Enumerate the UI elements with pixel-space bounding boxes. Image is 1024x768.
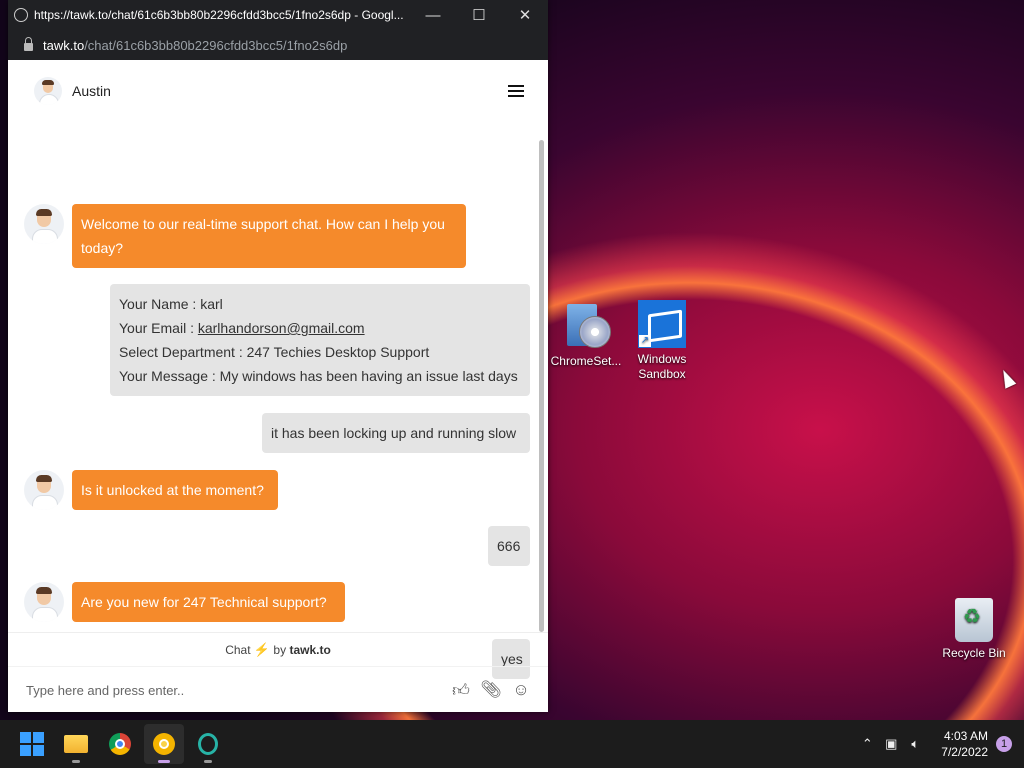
chevron-up-icon[interactable]: ⌃ xyxy=(855,736,879,752)
url-host: tawk.to xyxy=(43,37,85,53)
desktop-icon-chrome-setup[interactable]: ChromeSet... xyxy=(546,300,626,369)
agent-avatar xyxy=(34,77,62,105)
volume-icon[interactable]: 🔈︎ xyxy=(903,736,927,752)
installer-icon xyxy=(563,300,611,350)
paperclip-icon[interactable]: 📎︎ xyxy=(476,680,506,700)
message-composer: 👍︎ 📎︎ ☺ xyxy=(8,666,548,713)
visitor-form-message: Your Name : karl Your Email : karlhandor… xyxy=(110,284,530,396)
globe-icon xyxy=(14,8,28,22)
windows-logo-icon xyxy=(20,732,44,756)
desktop-icon-windows-sandbox[interactable]: ↗ Windows Sandbox xyxy=(622,300,702,382)
network-icon[interactable]: ▣ xyxy=(879,736,903,752)
taskbar-chrome[interactable] xyxy=(100,724,140,764)
address-bar[interactable]: tawk.to/chat/61c6b3bb80b2296cfdd3bcc5/1f… xyxy=(8,30,548,60)
agent-avatar xyxy=(24,582,64,622)
powered-by-text: by xyxy=(273,643,287,657)
browser-window: https://tawk.to/chat/61c6b3bb80b2296cfdd… xyxy=(8,0,548,712)
chat-scrollbar[interactable] xyxy=(539,140,544,632)
taskbar-file-explorer[interactable] xyxy=(56,724,96,764)
hamburger-menu-icon[interactable] xyxy=(508,85,524,97)
desktop-icon-label: ChromeSet... xyxy=(550,354,622,368)
lightning-icon: ⚡ xyxy=(253,642,271,657)
chrome-icon xyxy=(109,733,131,755)
form-message-line: Your Message : My windows has been havin… xyxy=(119,368,518,384)
powered-prefix: Chat xyxy=(225,643,251,657)
agent-name: Austin xyxy=(72,83,111,99)
system-tray: ⌃ ▣ 🔈︎ 4:03 AM 7/2/2022 1 xyxy=(855,728,1024,760)
emoji-icon[interactable]: ☺ xyxy=(506,680,536,700)
folder-icon xyxy=(64,735,88,753)
mouse-cursor-icon xyxy=(997,367,1017,389)
notification-badge[interactable]: 1 xyxy=(996,736,1012,752)
taskbar-opera[interactable] xyxy=(188,724,228,764)
clock[interactable]: 4:03 AM 7/2/2022 xyxy=(941,728,988,760)
recycle-bin-icon: ♻ xyxy=(955,598,993,642)
message-list: Welcome to our real-time support chat. H… xyxy=(8,122,548,679)
desktop-icon-label: Recycle Bin xyxy=(942,646,1006,660)
form-email-label: Your Email : xyxy=(119,320,198,336)
maximize-button[interactable]: ☐ xyxy=(456,6,502,24)
start-button[interactable] xyxy=(12,724,52,764)
clock-date: 7/2/2022 xyxy=(941,745,988,759)
lock-icon xyxy=(24,37,33,51)
clock-time: 4:03 AM xyxy=(943,729,988,743)
thumbs-up-icon[interactable]: 👍︎ xyxy=(446,680,476,701)
chrome-canary-icon xyxy=(153,733,175,755)
opera-icon xyxy=(198,733,218,755)
message-input[interactable] xyxy=(24,681,446,699)
desktop-icon-label: Windows Sandbox xyxy=(637,352,687,381)
message-row-agent: Is it unlocked at the moment? xyxy=(24,470,278,510)
taskbar: ⌃ ▣ 🔈︎ 4:03 AM 7/2/2022 1 xyxy=(0,720,1024,768)
form-name-line: Your Name : karl xyxy=(119,296,223,312)
window-title: https://tawk.to/chat/61c6b3bb80b2296cfdd… xyxy=(34,8,404,22)
form-department-line: Select Department : 247 Techies Desktop … xyxy=(119,344,430,360)
taskbar-chrome-canary[interactable] xyxy=(144,724,184,764)
minimize-button[interactable]: — xyxy=(410,7,456,24)
visitor-message: 666 xyxy=(488,526,530,566)
agent-message: Are you new for 247 Technical support? xyxy=(72,582,345,622)
email-link[interactable]: karlhandorson@gmail.com xyxy=(198,320,365,336)
message-row-visitor: 666 xyxy=(488,526,530,566)
message-row-agent: Welcome to our real-time support chat. H… xyxy=(24,204,466,268)
chat-header: Austin xyxy=(8,60,548,122)
message-row-agent: Are you new for 247 Technical support? xyxy=(24,582,345,622)
desktop-icon-recycle-bin[interactable]: ♻ Recycle Bin xyxy=(934,598,1014,661)
sandbox-icon: ↗ xyxy=(638,300,686,348)
message-row-visitor: Your Name : karl Your Email : karlhandor… xyxy=(110,284,530,396)
message-row-visitor: it has been locking up and running slow xyxy=(262,413,530,453)
close-button[interactable]: ✕ xyxy=(502,6,548,24)
visitor-message: it has been locking up and running slow xyxy=(262,413,530,453)
agent-message: Is it unlocked at the moment? xyxy=(72,470,278,510)
powered-by[interactable]: Chat ⚡ by tawk.to xyxy=(8,632,548,667)
agent-message: Welcome to our real-time support chat. H… xyxy=(72,204,466,268)
url-path: /chat/61c6b3bb80b2296cfdd3bcc5/1fno2s6dp xyxy=(84,37,348,53)
powered-brand: tawk.to xyxy=(289,643,331,657)
agent-avatar xyxy=(24,204,64,244)
agent-avatar xyxy=(24,470,64,510)
title-bar[interactable]: https://tawk.to/chat/61c6b3bb80b2296cfdd… xyxy=(8,0,548,30)
